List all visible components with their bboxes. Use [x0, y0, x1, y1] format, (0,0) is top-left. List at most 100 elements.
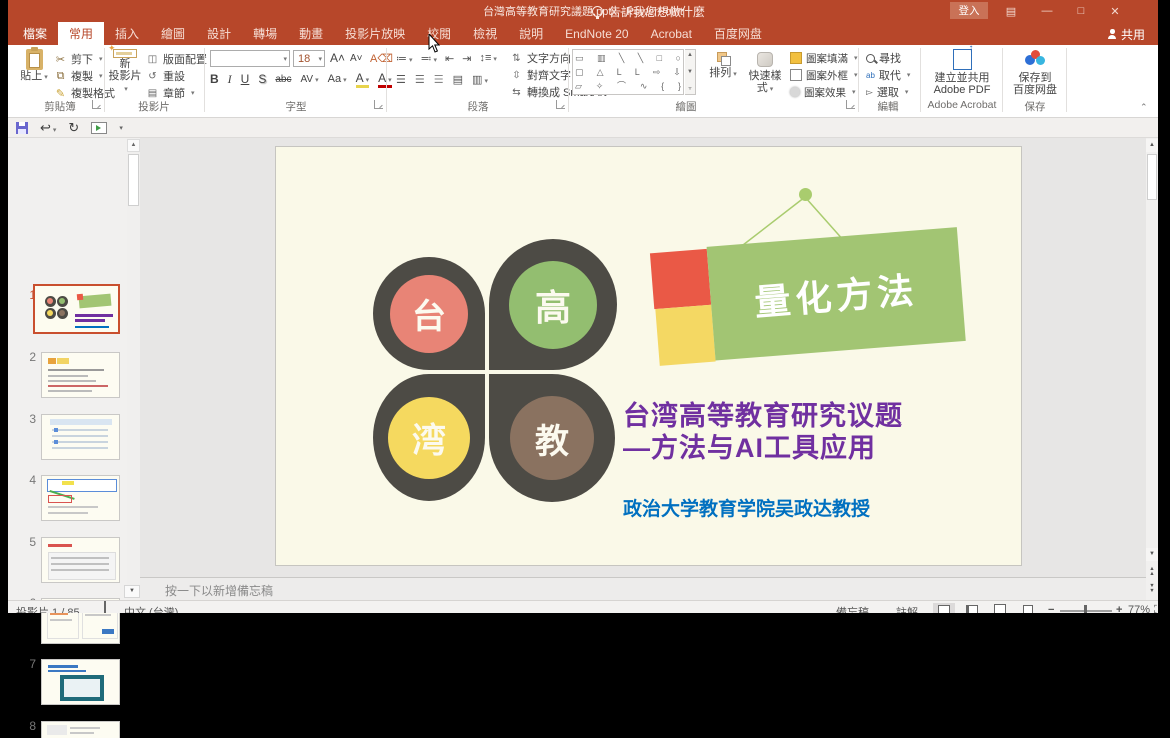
- previous-slide-button[interactable]: ▲▲: [1146, 565, 1158, 580]
- save-button[interactable]: [16, 122, 28, 134]
- tab-view[interactable]: 檢視: [462, 22, 508, 45]
- line-spacing-button[interactable]: ↕≡: [479, 52, 496, 64]
- font-name-combo[interactable]: ▾: [210, 50, 290, 67]
- shapes-gallery[interactable]: ▭▥╲╲□○ ▢△LL⇨⇩ ▱✧⌒∿{}: [572, 49, 684, 95]
- slide-thumbnail-8[interactable]: [41, 721, 120, 738]
- highlight-color-button[interactable]: A: [356, 71, 370, 88]
- shapes-gallery-scroll[interactable]: ▲▼▿: [685, 49, 696, 95]
- vertical-scrollbar[interactable]: [1146, 138, 1158, 600]
- zoom-out-button[interactable]: −: [1048, 604, 1054, 613]
- align-right-button[interactable]: ☰: [434, 73, 444, 86]
- scroll-down-arrow-icon[interactable]: ▼: [1146, 548, 1158, 561]
- cut-button[interactable]: ✂ 剪下: [54, 51, 103, 67]
- thumbnail-scroll-down-button[interactable]: ▼: [124, 585, 140, 598]
- shape-fill-button[interactable]: 圖案填滿: [790, 50, 858, 66]
- replace-button[interactable]: ab 取代: [866, 67, 910, 83]
- slide-thumbnail-4[interactable]: [41, 475, 120, 521]
- decrease-indent-button[interactable]: ⇤: [445, 52, 454, 65]
- tab-transitions[interactable]: 轉場: [242, 22, 288, 45]
- sign-in-button[interactable]: 登入: [950, 2, 988, 19]
- tab-animations[interactable]: 動畫: [288, 22, 334, 45]
- character-spacing-button[interactable]: AV: [300, 74, 318, 85]
- redo-button[interactable]: ↻: [68, 120, 79, 136]
- clipboard-dialog-launcher[interactable]: [92, 100, 101, 109]
- customize-qat-button[interactable]: ▾: [119, 124, 123, 132]
- clear-formatting-button[interactable]: A⌫: [370, 50, 393, 66]
- zoom-in-button[interactable]: +: [1116, 604, 1122, 613]
- thumbnail-scrollbar-thumb[interactable]: [128, 154, 139, 206]
- shape-effects-button[interactable]: 圖案效果: [790, 84, 856, 100]
- italic-button[interactable]: I: [228, 72, 232, 87]
- tab-file[interactable]: 檔案: [12, 22, 58, 45]
- tab-draw[interactable]: 繪圖: [150, 22, 196, 45]
- slide-thumbnail-5[interactable]: [41, 537, 120, 583]
- reading-view-button[interactable]: [989, 603, 1011, 613]
- slide-thumbnail-3[interactable]: [41, 414, 120, 460]
- find-button[interactable]: 尋找: [866, 50, 901, 66]
- slide-canvas[interactable]: 台 高 湾 教 量化方法 台湾高等教育研究议题 —方法与AI工具应用 政治大学教…: [275, 146, 1022, 566]
- tab-help[interactable]: 說明: [508, 22, 554, 45]
- increase-indent-button[interactable]: ⇥: [462, 52, 471, 65]
- minimize-button[interactable]: —: [1034, 2, 1060, 20]
- align-text-button[interactable]: ⇳ 對齊文字: [510, 67, 581, 83]
- scroll-up-arrow-icon[interactable]: ▲: [1146, 139, 1158, 152]
- underline-button[interactable]: U: [241, 72, 250, 86]
- layout-button[interactable]: ◫ 版面配置: [146, 51, 217, 67]
- align-left-button[interactable]: ☰: [396, 73, 406, 86]
- grow-font-button[interactable]: A˄: [330, 50, 345, 66]
- comments-toggle-button[interactable]: 註解: [896, 604, 918, 613]
- collapse-ribbon-button[interactable]: ⌃: [1140, 102, 1148, 113]
- text-shadow-button[interactable]: S: [258, 72, 266, 86]
- tab-design[interactable]: 設計: [196, 22, 242, 45]
- copy-button[interactable]: ⧉ 複製: [54, 68, 103, 84]
- bold-button[interactable]: B: [210, 72, 219, 86]
- slide-sorter-view-button[interactable]: [961, 603, 983, 613]
- reset-button[interactable]: ↺ 重設: [146, 68, 185, 84]
- start-slideshow-button[interactable]: [91, 122, 107, 134]
- shrink-font-button[interactable]: A˅: [350, 50, 363, 66]
- arrange-button[interactable]: 排列: [704, 49, 742, 96]
- slide-thumbnail-2[interactable]: [41, 352, 120, 398]
- close-button[interactable]: ✕: [1102, 2, 1128, 20]
- font-dialog-launcher[interactable]: [374, 100, 383, 109]
- save-to-baidu-button[interactable]: 保存到 百度网盘: [1006, 49, 1064, 96]
- font-color-button[interactable]: A: [378, 71, 392, 88]
- undo-button[interactable]: ↩: [40, 120, 56, 136]
- justify-button[interactable]: ▤: [453, 73, 463, 86]
- zoom-level[interactable]: 77%: [1128, 604, 1150, 613]
- bullets-button[interactable]: ≔: [396, 52, 413, 65]
- font-size-combo[interactable]: 18 ▾: [293, 50, 325, 67]
- slide-thumbnail-1[interactable]: [33, 284, 120, 334]
- paragraph-dialog-launcher[interactable]: [556, 100, 565, 109]
- thumbnail-scrollbar[interactable]: [127, 138, 140, 600]
- notes-pane[interactable]: 按一下以新增備忘稿: [140, 577, 1146, 600]
- vertical-scrollbar-thumb[interactable]: [1147, 154, 1157, 200]
- align-center-button[interactable]: ☰: [415, 73, 425, 86]
- fit-slide-to-window-icon[interactable]: ⛶: [1154, 604, 1158, 613]
- tab-endnote[interactable]: EndNote 20: [554, 22, 639, 45]
- new-slide-button[interactable]: 新 投影片: [106, 49, 144, 96]
- select-button[interactable]: ▻ 選取: [866, 84, 908, 100]
- text-direction-button[interactable]: ⇅ 文字方向: [510, 50, 581, 66]
- next-slide-button[interactable]: ▼▼: [1146, 582, 1158, 597]
- quick-styles-button[interactable]: 快速樣式: [744, 49, 786, 96]
- spellcheck-icon[interactable]: [104, 601, 106, 613]
- paste-button[interactable]: 貼上: [18, 49, 50, 96]
- create-share-adobe-pdf-button[interactable]: 建立並共用 Adobe PDF: [924, 49, 1000, 96]
- slide-thumbnail-7[interactable]: [41, 659, 120, 705]
- drawing-dialog-launcher[interactable]: [846, 100, 855, 109]
- zoom-slider-thumb[interactable]: [1084, 605, 1087, 613]
- notes-toggle-button[interactable]: 備忘稿: [836, 604, 869, 613]
- thumbnail-scroll-up-arrow-icon[interactable]: ▲: [127, 139, 140, 152]
- columns-button[interactable]: ▥: [472, 73, 488, 86]
- ribbon-display-options-icon[interactable]: ▤: [998, 2, 1024, 20]
- maximize-button[interactable]: □: [1068, 2, 1094, 20]
- tab-baidu[interactable]: 百度网盘: [703, 22, 773, 45]
- tab-acrobat[interactable]: Acrobat: [640, 22, 703, 45]
- shape-outline-button[interactable]: 圖案外框: [790, 67, 858, 83]
- tab-home[interactable]: 常用: [58, 22, 104, 45]
- normal-view-button[interactable]: [933, 603, 955, 613]
- tab-slideshow[interactable]: 投影片放映: [334, 22, 416, 45]
- strikethrough-button[interactable]: abc: [275, 74, 291, 85]
- slideshow-view-button[interactable]: [1017, 603, 1039, 613]
